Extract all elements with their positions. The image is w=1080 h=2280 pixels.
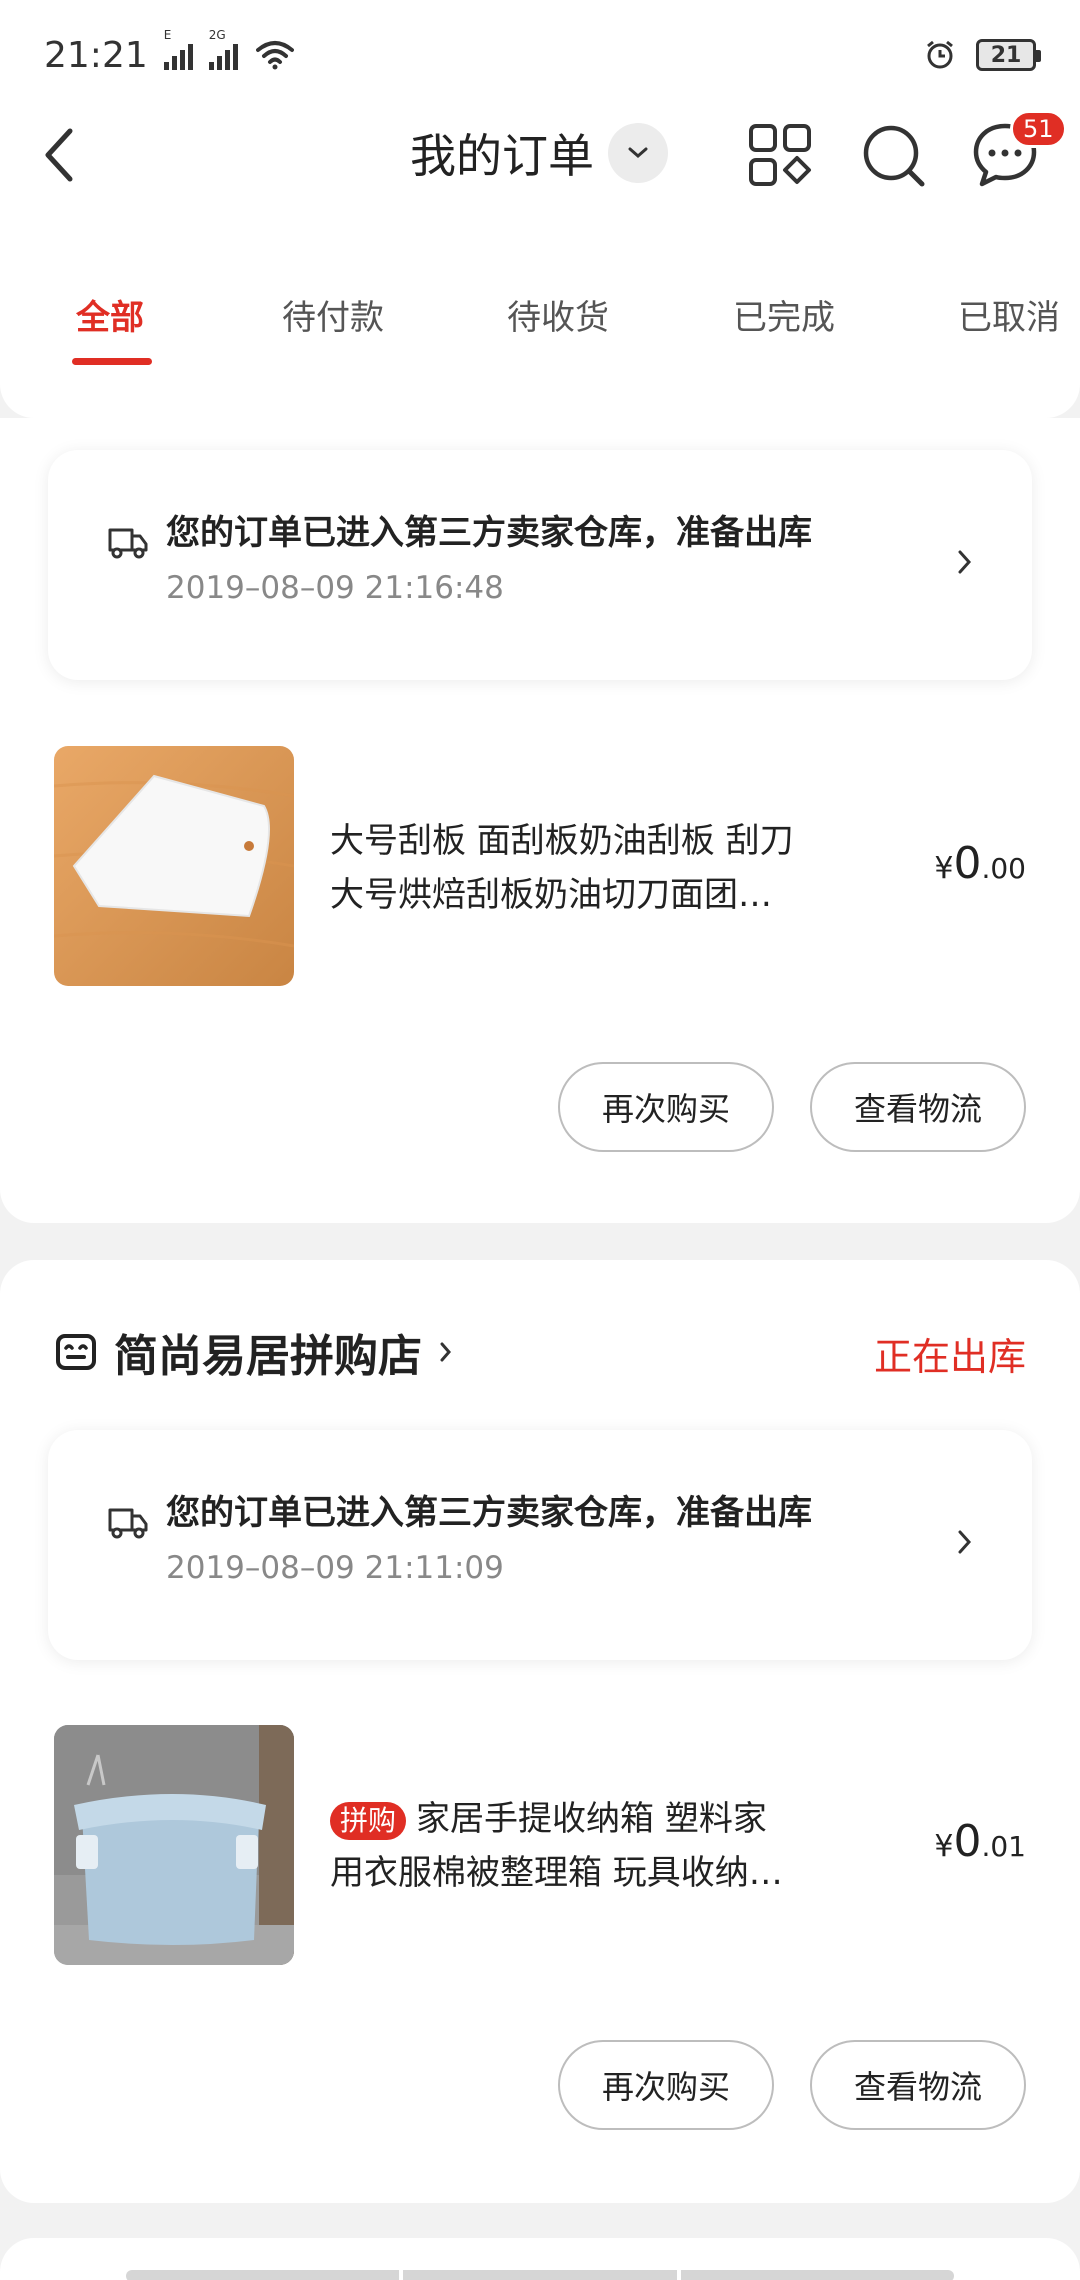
shop-name: 简尚易居拼购店 [114,1331,422,1382]
wifi-icon [255,41,294,70]
buy-again-button[interactable]: 再次购买 [558,2040,774,2130]
product-title[interactable]: 大号刮板 面刮板奶油刮板 刮刀 大号烘焙刮板奶油切刀面团… [330,814,890,922]
logistics-time: 2019–08–09 21:11:09 [166,1550,504,1586]
grid-apps-icon[interactable] [745,120,815,190]
logistics-time: 2019–08–09 21:16:48 [166,570,504,606]
shop-header[interactable]: 简尚易居拼购店 [54,1320,454,1384]
order-card: 简尚易居拼购店 正在出库 您的订单已进入第三方卖家仓库，准备出库 2019–08… [0,1260,1080,2203]
nav-bar: 我的订单 [0,110,1080,200]
status-time: 21:21 [44,34,148,76]
product-price: ¥0.00 [934,838,1026,889]
product-price: ¥0.01 [934,1816,1026,1867]
product-image[interactable] [54,1725,294,1965]
order-card: 您的订单已进入第三方卖家仓库，准备出库 2019–08–09 21:16:48 … [0,418,1080,1223]
view-logistics-button[interactable]: 查看物流 [810,1062,1026,1152]
chevron-right-icon [958,1530,972,1554]
active-tab-indicator [72,358,152,365]
order-card-next [0,2238,1080,2280]
battery-icon: 21 [976,39,1041,71]
logistics-box[interactable]: 您的订单已进入第三方卖家仓库，准备出库 2019–08–09 21:11:09 [48,1430,1032,1660]
view-logistics-button[interactable]: 查看物流 [810,2040,1026,2130]
tab-pending-payment[interactable]: 待付款 [282,290,384,339]
alarm-icon [927,40,953,69]
product-image[interactable] [54,746,294,986]
product-title[interactable]: 拼购 家居手提收纳箱 塑料家 用衣服棉被整理箱 玩具收纳… [330,1792,890,1900]
header-panel: 21:21 E 2G 21 我的订单 51 全部 待付款 待收货 已完成 已取消 [0,0,1080,418]
message-count-badge: 51 [1010,110,1067,148]
divider [126,2270,954,2280]
tab-pending-receipt[interactable]: 待收货 [507,290,609,339]
page-title: 我的订单 [410,129,594,183]
logistics-message: 您的订单已进入第三方卖家仓库，准备出库 [166,1493,812,1533]
title-dropdown[interactable]: 我的订单 [410,120,668,186]
tab-cancelled[interactable]: 已取消 [958,290,1060,339]
shop-icon [56,1334,96,1370]
search-icon[interactable] [858,120,928,190]
tab-completed[interactable]: 已完成 [733,290,835,339]
truck-icon [108,1508,148,1539]
logistics-message: 您的订单已进入第三方卖家仓库，准备出库 [166,513,812,553]
chevron-right-icon [440,1342,451,1362]
order-status: 正在出库 [873,1335,1026,1379]
chevron-right-icon [958,550,972,574]
logistics-box[interactable]: 您的订单已进入第三方卖家仓库，准备出库 2019–08–09 21:16:48 [48,450,1032,680]
signal-2g-icon: 2G [208,28,238,70]
truck-icon [108,528,148,559]
tab-all[interactable]: 全部 [76,290,144,339]
back-arrow-icon[interactable] [40,125,80,185]
chevron-down-icon [608,123,668,183]
status-bar: 21:21 E 2G 21 [44,28,1041,80]
buy-again-button[interactable]: 再次购买 [558,1062,774,1152]
order-tabs: 全部 待付款 待收货 已完成 已取消 [0,290,1080,350]
group-buy-tag: 拼购 [330,1801,407,1840]
signal-icon: E [163,28,193,70]
